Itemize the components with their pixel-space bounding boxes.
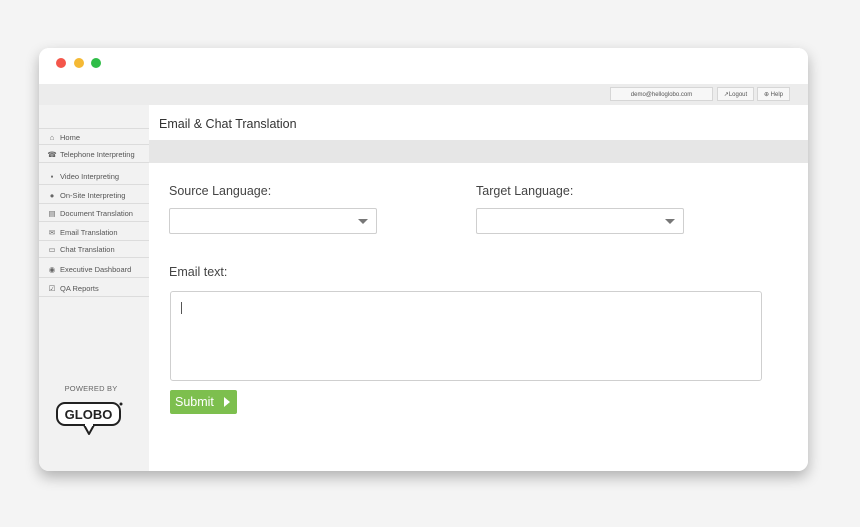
dashboard-icon: ◉ — [48, 265, 56, 274]
sidebar-item-video-interpreting[interactable]: ▪ Video Interpreting — [39, 168, 149, 185]
text-cursor — [181, 302, 182, 314]
account-bar: demo@helloglobo.com ↗Logout ⊕ Help — [39, 84, 808, 105]
document-icon: ▤ — [48, 209, 56, 218]
globo-logo: GLOBO — [56, 402, 123, 435]
sidebar-item-executive-dashboard[interactable]: ◉ Executive Dashboard — [39, 261, 149, 278]
sidebar-item-label: Document Translation — [60, 209, 133, 218]
help-icon: ⊕ — [763, 92, 771, 98]
main-panel: Email & Chat Translation Source Language… — [149, 105, 808, 471]
sidebar-item-label: QA Reports — [60, 284, 99, 293]
chevron-down-icon — [358, 219, 368, 224]
sidebar-item-label: Video Interpreting — [60, 172, 120, 181]
page-title: Email & Chat Translation — [159, 117, 297, 131]
submit-button[interactable]: Submit — [170, 390, 237, 414]
help-button[interactable]: ⊕ Help — [757, 87, 790, 101]
logo-text: GLOBO — [65, 407, 113, 422]
sidebar-item-label: On-Site Interpreting — [60, 191, 126, 200]
sidebar-item-telephone-interpreting[interactable]: ☎ Telephone Interpreting — [39, 146, 149, 163]
sidebar-item-label: Home — [60, 133, 81, 142]
phone-icon: ☎ — [47, 150, 57, 159]
source-language-select[interactable] — [169, 208, 377, 234]
account-email-text: demo@helloglobo.com — [630, 92, 693, 98]
sidebar-item-document-translation[interactable]: ▤ Document Translation — [39, 205, 149, 222]
close-dot[interactable] — [56, 58, 66, 68]
app-window: demo@helloglobo.com ↗Logout ⊕ Help ⌂ Hom… — [39, 48, 808, 471]
sidebar-item-on-site-interpreting[interactable]: ● On-Site Interpreting — [39, 187, 149, 204]
logout-label: Logout — [728, 92, 748, 98]
video-icon: ▪ — [50, 172, 54, 181]
help-label: Help — [770, 92, 784, 98]
chevron-down-icon — [665, 219, 675, 224]
sidebar: ⌂ Home ☎ Telephone Interpreting ▪ Video … — [39, 105, 149, 471]
source-language-label: Source Language: — [169, 184, 272, 198]
maximize-dot[interactable] — [91, 58, 101, 68]
submit-label: Submit — [175, 395, 214, 409]
target-language-select[interactable] — [476, 208, 684, 234]
target-language-label: Target Language: — [476, 184, 574, 198]
sidebar-item-home[interactable]: ⌂ Home — [39, 128, 149, 145]
sidebar-item-label: Executive Dashboard — [60, 265, 132, 274]
email-text-label: Email text: — [169, 265, 228, 279]
email-icon: ✉ — [48, 228, 56, 237]
location-pin-icon: ● — [49, 191, 55, 200]
sidebar-item-chat-translation[interactable]: ▭ Chat Translation — [39, 241, 149, 258]
sidebar-item-email-translation[interactable]: ✉ Email Translation — [39, 224, 149, 241]
logout-button[interactable]: ↗Logout — [717, 87, 754, 101]
play-arrow-icon — [224, 397, 230, 407]
report-icon: ☑ — [48, 284, 56, 293]
email-text-input[interactable] — [170, 291, 762, 381]
sidebar-item-label: Email Translation — [60, 228, 118, 237]
home-icon: ⌂ — [49, 133, 55, 142]
account-email[interactable]: demo@helloglobo.com — [610, 87, 713, 101]
sidebar-item-qa-reports[interactable]: ☑ QA Reports — [39, 280, 149, 297]
chat-icon: ▭ — [48, 245, 56, 254]
powered-by-label: POWERED BY — [64, 384, 118, 393]
sidebar-item-label: Chat Translation — [60, 245, 115, 254]
minimize-dot[interactable] — [74, 58, 84, 68]
title-bar — [39, 48, 808, 84]
sidebar-item-label: Telephone Interpreting — [60, 150, 135, 159]
section-band — [149, 140, 808, 163]
